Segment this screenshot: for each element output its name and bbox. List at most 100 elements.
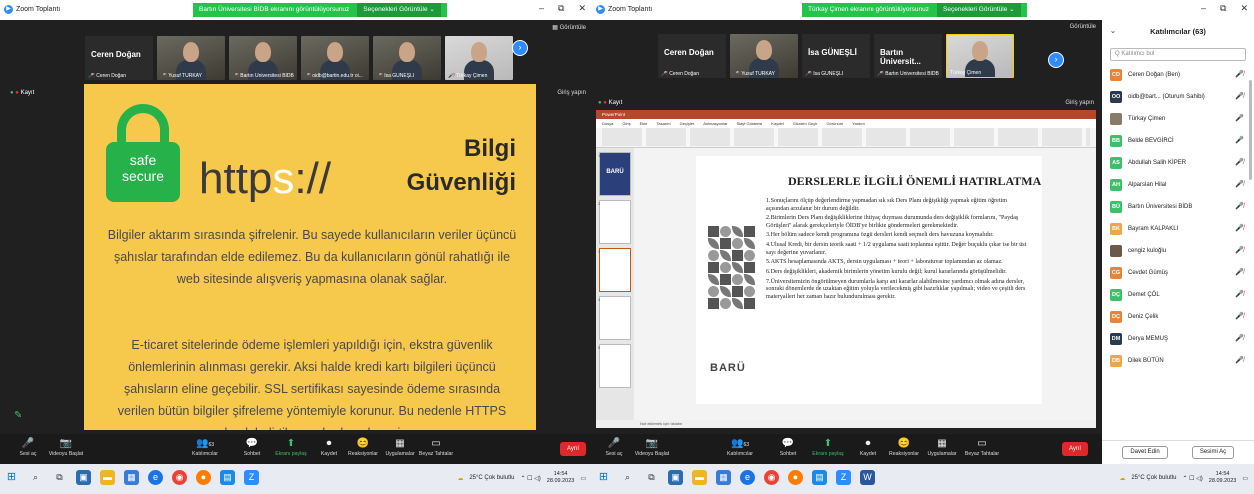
unmute-me-button[interactable]: Sesimi Aç <box>1192 446 1234 459</box>
leave-button[interactable]: Ayrıl <box>1062 442 1088 456</box>
ppt-tab[interactable]: Dosya <box>602 121 613 126</box>
active-speaker-tile[interactable]: Türkay Çimen <box>946 34 1014 78</box>
next-page-icon[interactable]: › <box>512 40 528 56</box>
participant-tile[interactable]: 🎤̸ oidb@bartin.edu.tr oi... <box>301 36 369 80</box>
participant-tile[interactable]: İsa GÜNEŞLİ 🎤̸ İsa GÜNEŞLİ <box>802 34 870 78</box>
zoom-taskbar-icon[interactable]: Z <box>836 470 851 485</box>
whiteboards-button[interactable]: ▭ Beyaz Tahtalar <box>960 437 1004 457</box>
participant-search-input[interactable]: Q Katılımcı bul <box>1110 48 1246 61</box>
participant-row[interactable]: AH Alparslan Hilal 🎤̸ <box>1102 175 1254 197</box>
participant-tile[interactable]: Ceren Doğan 🎤̸ Ceren Doğan <box>658 34 726 78</box>
firefox-icon[interactable]: ● <box>196 470 211 485</box>
participant-row[interactable]: DÇ Demet ÇÖL 🎤̸ <box>1102 285 1254 307</box>
store-icon[interactable]: ▣ <box>76 470 91 485</box>
close-icon[interactable]: ✕ <box>578 3 586 14</box>
chrome-icon[interactable]: ◉ <box>172 470 187 485</box>
ppt-tab[interactable]: Yardım <box>852 121 865 126</box>
system-tray-icons[interactable]: ⌃ ☐ ◁) <box>1182 475 1202 482</box>
restore-icon[interactable]: ⧉ <box>558 3 564 14</box>
participant-row[interactable]: DM Derya MEMUŞ 🎤̸ <box>1102 329 1254 351</box>
ppt-tab[interactable]: Geçişler <box>680 121 695 126</box>
ppt-tab[interactable]: Tasarım <box>656 121 670 126</box>
folder-icon[interactable]: ▬ <box>692 470 707 485</box>
participant-row[interactable]: AS Abdullah Salih KİPER 🎤̸ <box>1102 153 1254 175</box>
whiteboards-button[interactable]: ▭ Beyaz Tahtalar <box>414 437 458 457</box>
participant-row[interactable]: CG Cevdet Gümüş 🎤̸ <box>1102 263 1254 285</box>
view-button[interactable]: Görüntüle <box>1070 24 1096 30</box>
clock[interactable]: 14:54 28.09.2023 <box>1209 471 1237 485</box>
ppt-tab[interactable]: Görünüm <box>826 121 843 126</box>
ppt-tab[interactable]: Animasyonlar <box>703 121 727 126</box>
leave-button[interactable]: Ayrıl <box>560 442 586 456</box>
ppt-tab[interactable]: Kaydet <box>771 121 783 126</box>
ppt-tab[interactable]: Slayt Gösterisi <box>737 121 763 126</box>
participant-row[interactable]: OO oidb@bart... (Oturum Sahibi) 🎤̸ <box>1102 87 1254 109</box>
system-tray-icons[interactable]: ⌃ ☐ ◁) <box>520 475 540 482</box>
firefox-icon[interactable]: ● <box>788 470 803 485</box>
minimize-icon[interactable]: – <box>1201 3 1206 14</box>
view-options-button[interactable]: Seçenekleri Görüntüle ⌄ <box>357 3 441 17</box>
clock[interactable]: 14:54 28.09.2023 <box>547 471 575 485</box>
folder-icon[interactable]: ▬ <box>100 470 115 485</box>
word-icon[interactable]: W <box>860 470 875 485</box>
zoom-taskbar-icon[interactable]: Z <box>244 470 259 485</box>
search-icon[interactable]: ⌕ <box>28 470 43 485</box>
windows-start-icon[interactable]: ⊞ <box>596 470 611 485</box>
annotate-icon[interactable]: ✎ <box>14 410 22 421</box>
participant-row[interactable]: DÇ Deniz Çelik 🎤̸ <box>1102 307 1254 329</box>
participant-tile[interactable]: 🎤̸ Türkay Çimen <box>445 36 513 80</box>
participants-button[interactable]: 👥63 Katılımcılar <box>718 437 762 457</box>
calendar-icon[interactable]: ▦ <box>716 470 731 485</box>
start-video-button[interactable]: 📷 Videoyu Başlat <box>44 437 88 457</box>
share-screen-button[interactable]: ⬆ Ekranı paylaş <box>806 437 850 457</box>
store-icon[interactable]: ▣ <box>668 470 683 485</box>
panel-scrollbar[interactable] <box>1249 80 1252 180</box>
participant-tile[interactable]: 🎤̸ İsa GÜNEŞLİ <box>373 36 441 80</box>
participant-row[interactable]: BÜ Bartın Üniversitesi BİDB 🎤̸ <box>1102 197 1254 219</box>
restore-icon[interactable]: ⧉ <box>1220 3 1226 14</box>
apps-button[interactable]: ▦ Uygulamalar <box>920 437 964 457</box>
slide-thumbnail[interactable]: 4 <box>598 296 631 340</box>
chevron-down-icon[interactable]: ⌄ <box>1110 20 1116 44</box>
slide-thumbnail[interactable]: 1 BARÜ <box>598 152 631 196</box>
participant-tile[interactable]: 🎤̸ Yusuf TÜRKAY <box>730 34 798 78</box>
participant-row[interactable]: BB Belde BEVGİRCİ 🎤 <box>1102 131 1254 153</box>
participant-row[interactable]: Türkay Çimen 🎤 <box>1102 109 1254 131</box>
slide-thumbnail[interactable]: 2 <box>598 200 631 244</box>
chat-button[interactable]: 💬 Sohbet <box>766 437 810 457</box>
calendar-icon[interactable]: ▦ <box>124 470 139 485</box>
notes-bar[interactable]: Not eklemek için tıklatın <box>596 420 1096 428</box>
photos-icon[interactable]: ▤ <box>812 470 827 485</box>
sign-in-label[interactable]: Giriş yapın <box>1065 100 1094 106</box>
search-icon[interactable]: ⌕ <box>620 470 635 485</box>
slide-thumbnail-active[interactable]: 3 <box>598 248 631 292</box>
participant-row[interactable]: BK Bayram KALPAKLI 🎤̸ <box>1102 219 1254 241</box>
participant-tile[interactable]: 🎤̸ Bartın Üniversitesi BİDB <box>229 36 297 80</box>
slide-thumbnail[interactable]: 5 <box>598 344 631 388</box>
ppt-tab[interactable]: Gözden Geçir <box>793 121 818 126</box>
minimize-icon[interactable]: – <box>539 3 544 14</box>
windows-start-icon[interactable]: ⊞ <box>4 470 19 485</box>
participant-row[interactable]: DB Dilek BÜTÜN 🎤̸ <box>1102 351 1254 373</box>
participant-tile[interactable]: 🎤̸ Yusuf TÜRKAY <box>157 36 225 80</box>
participant-tile[interactable]: Bartın Üniversit... 🎤̸ Bartın Üniversitesi… <box>874 34 942 78</box>
participant-row[interactable]: cengiz kuloğlu 🎤̸ <box>1102 241 1254 263</box>
notification-icon[interactable]: ▭ <box>1242 475 1248 482</box>
notification-icon[interactable]: ▭ <box>580 475 586 482</box>
participant-tile[interactable]: Ceren Doğan 🎤̸ Ceren Doğan <box>85 36 153 80</box>
ppt-tab[interactable]: Ekle <box>640 121 648 126</box>
photos-icon[interactable]: ▤ <box>220 470 235 485</box>
ppt-ribbon-tools[interactable] <box>602 128 1090 146</box>
participant-row[interactable]: CD Ceren Doğan (Ben) 🎤̸ <box>1102 65 1254 87</box>
task-view-icon[interactable]: ⧉ <box>52 470 67 485</box>
start-video-button[interactable]: 📷 Videoyu Başlat <box>630 437 674 457</box>
chrome-icon[interactable]: ◉ <box>764 470 779 485</box>
close-icon[interactable]: ✕ <box>1240 3 1248 14</box>
edge-icon[interactable]: e <box>148 470 163 485</box>
sign-in-label[interactable]: Giriş yapın <box>557 90 586 96</box>
task-view-icon[interactable]: ⧉ <box>644 470 659 485</box>
next-page-icon[interactable]: › <box>1048 52 1064 68</box>
participants-button[interactable]: 👥63 Katılımcılar <box>183 437 227 457</box>
edge-icon[interactable]: e <box>740 470 755 485</box>
chat-button[interactable]: 💬 Sohbet <box>230 437 274 457</box>
